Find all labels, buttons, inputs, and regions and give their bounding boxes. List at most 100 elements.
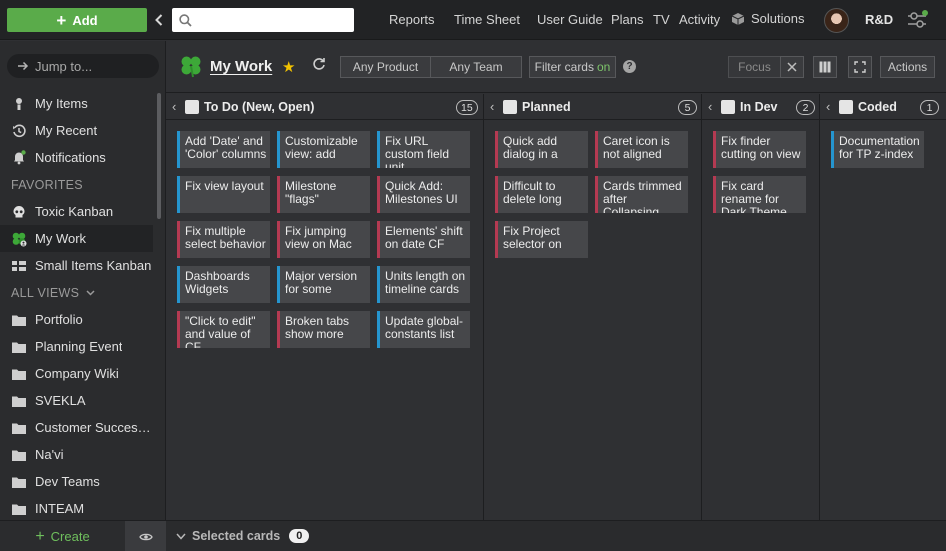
lane-checkbox[interactable] <box>839 99 853 114</box>
sidebar-folder-customer-success[interactable]: Customer Success... <box>0 414 153 441</box>
focus-button[interactable]: Focus <box>728 56 781 78</box>
filter-cards-toggle[interactable]: Filter cards on <box>529 56 616 78</box>
card[interactable]: Fix URL custom field unit <box>377 131 470 168</box>
sidebar-item-small-items-kanban[interactable]: Small Items Kanban <box>0 252 153 279</box>
sidebar-folder-inteam[interactable]: INTEAM <box>0 495 153 522</box>
nav-reports[interactable]: Reports <box>389 12 435 27</box>
sidebar-item-notifications[interactable]: Notifications <box>0 144 153 171</box>
card[interactable]: Fix card rename for Dark Theme <box>713 176 806 213</box>
any-product-label: Any Product <box>352 60 419 74</box>
sidebar-item-my-recent[interactable]: My Recent <box>0 117 153 144</box>
card[interactable]: Fix finder cutting on view <box>713 131 806 168</box>
page-title[interactable]: My Work <box>210 58 272 75</box>
lane-header: ‹ To Do (New, Open) 15 <box>166 94 483 120</box>
card[interactable]: Fix Project selector on <box>495 221 588 258</box>
sidebar-folder-portfolio[interactable]: Portfolio <box>0 306 153 333</box>
lane-coded: ‹ Coded 1 Documentation for TP z-index <box>820 94 946 520</box>
sidebar-item-label: Notifications <box>35 150 106 165</box>
eye-icon[interactable] <box>125 521 166 551</box>
nav-plans[interactable]: Plans <box>611 12 644 27</box>
sidebar-item-label: My Items <box>35 96 88 111</box>
card[interactable]: "Click to edit" and value of CF <box>177 311 270 348</box>
card[interactable]: Update global-constants list <box>377 311 470 348</box>
focus-label: Focus <box>738 60 771 74</box>
lane-in-dev: ‹ In Dev 2 Fix finder cutting on view Fi… <box>702 94 820 520</box>
sidebar-list: My Items My Recent Notifications FAVORIT… <box>0 90 153 522</box>
lane-checkbox[interactable] <box>503 99 517 114</box>
folder-icon <box>11 393 27 409</box>
jump-to-input[interactable]: Jump to... <box>7 54 159 78</box>
chevron-left-icon[interactable]: ‹ <box>172 99 182 114</box>
card[interactable]: Milestone "flags" <box>277 176 370 213</box>
sidebar-item-my-items[interactable]: My Items <box>0 90 153 117</box>
card[interactable]: Major version for some <box>277 266 370 303</box>
arrow-right-icon <box>18 61 29 71</box>
card[interactable]: Quick add dialog in a <box>495 131 588 168</box>
filter-state-label: on <box>596 60 611 74</box>
help-icon[interactable]: ? <box>623 60 636 73</box>
all-views-heading[interactable]: ALL VIEWS <box>0 279 153 306</box>
card[interactable]: Dashboards Widgets <box>177 266 270 303</box>
sidebar-item-toxic-kanban[interactable]: Toxic Kanban <box>0 198 153 225</box>
card[interactable]: Fix jumping view on Mac <box>277 221 370 258</box>
nav-tv[interactable]: TV <box>653 12 670 27</box>
lane-count-badge: 2 <box>796 100 815 115</box>
add-button[interactable]: + Add <box>7 8 147 32</box>
search-input[interactable] <box>197 10 347 30</box>
sidebar-item-label: SVEKLA <box>35 393 86 408</box>
chevron-down-icon <box>86 289 95 296</box>
close-icon[interactable] <box>780 56 804 78</box>
card[interactable]: Difficult to delete long <box>495 176 588 213</box>
chevron-left-icon[interactable]: ‹ <box>708 99 718 114</box>
nav-activity[interactable]: Activity <box>679 12 720 27</box>
sidebar-item-my-work[interactable]: My Work <box>0 225 153 252</box>
sidebar-folder-company-wiki[interactable]: Company Wiki <box>0 360 153 387</box>
lane-title: In Dev <box>740 99 778 114</box>
search-box[interactable] <box>172 8 354 32</box>
chevron-down-icon <box>176 533 186 540</box>
lane-checkbox[interactable] <box>185 99 199 114</box>
card[interactable]: Quick Add: Milestones UI <box>377 176 470 213</box>
nav-time-sheet[interactable]: Time Sheet <box>454 12 520 27</box>
card[interactable]: Broken tabs show more <box>277 311 370 348</box>
nav-solutions[interactable]: Solutions <box>731 11 804 26</box>
fullscreen-icon[interactable] <box>848 56 872 78</box>
actions-button[interactable]: Actions <box>880 56 935 78</box>
sidebar-item-label: My Work <box>35 231 87 246</box>
card[interactable]: Fix multiple select behavior <box>177 221 270 258</box>
bell-icon <box>11 150 27 166</box>
star-icon[interactable]: ★ <box>282 58 295 76</box>
chevron-left-icon[interactable]: ‹ <box>826 99 836 114</box>
card[interactable]: Documentation for TP z-index <box>831 131 924 168</box>
selected-cards-label: Selected cards <box>192 529 281 543</box>
sidebar-scrollbar[interactable] <box>157 93 161 219</box>
card[interactable]: Cards trimmed after Collapsing <box>595 176 688 213</box>
card[interactable]: Caret icon is not aligned <box>595 131 688 168</box>
chevron-left-icon[interactable]: ‹ <box>490 99 500 114</box>
collapse-sidebar-chevron-icon[interactable] <box>150 8 168 32</box>
user-avatar[interactable] <box>824 8 849 33</box>
top-bar: + Add Reports Time Sheet User Guide Plan… <box>0 0 946 40</box>
card[interactable]: Elements' shift on date CF <box>377 221 470 258</box>
card[interactable]: Add 'Date' and 'Color' columns <box>177 131 270 168</box>
any-product-selector[interactable]: Any Product <box>340 56 431 78</box>
sidebar-folder-planning-event[interactable]: Planning Event <box>0 333 153 360</box>
selected-cards-bar[interactable]: Selected cards 0 <box>166 520 946 551</box>
team-name[interactable]: R&D <box>865 12 893 27</box>
folder-icon <box>11 366 27 382</box>
sidebar-folder-svekla[interactable]: SVEKLA <box>0 387 153 414</box>
history-icon <box>11 123 27 139</box>
card[interactable]: Customizable view: add <box>277 131 370 168</box>
any-team-selector[interactable]: Any Team <box>430 56 522 78</box>
sidebar-folder-navi[interactable]: Na'vi <box>0 441 153 468</box>
nav-user-guide[interactable]: User Guide <box>537 12 603 27</box>
create-button-label: Create <box>50 529 90 544</box>
card[interactable]: Fix view layout <box>177 176 270 213</box>
columns-icon[interactable] <box>813 56 837 78</box>
settings-sliders-icon[interactable] <box>906 9 930 31</box>
card[interactable]: Units length on timeline cards <box>377 266 470 303</box>
create-button[interactable]: + Create <box>0 521 125 551</box>
lane-checkbox[interactable] <box>721 99 735 114</box>
sidebar-folder-dev-teams[interactable]: Dev Teams <box>0 468 153 495</box>
refresh-icon[interactable] <box>312 57 326 74</box>
